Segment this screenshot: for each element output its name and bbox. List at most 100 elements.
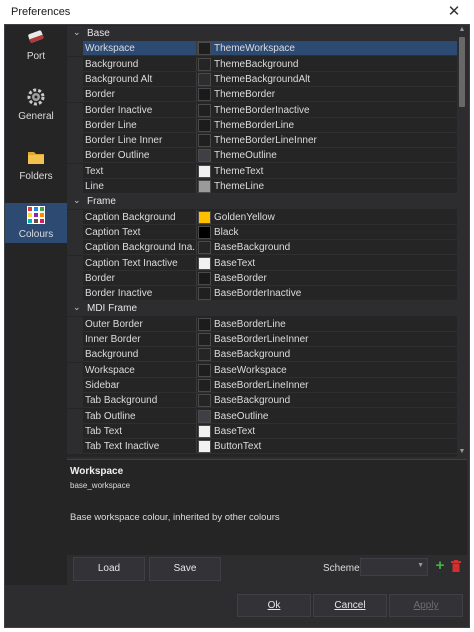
property-row[interactable]: Line ThemeLine <box>67 179 457 194</box>
color-swatch[interactable] <box>198 287 211 301</box>
category-name: Frame <box>87 196 116 208</box>
property-value: BaseBackground <box>214 242 291 254</box>
chevron-down-icon: ▼ <box>417 562 424 569</box>
color-swatch[interactable] <box>198 72 211 86</box>
property-row[interactable]: Background ThemeBackground <box>67 56 457 72</box>
close-icon[interactable]: ✕ <box>434 0 474 24</box>
color-swatch[interactable] <box>198 241 211 255</box>
color-swatch[interactable] <box>198 394 211 408</box>
property-row[interactable]: Caption Text Black <box>67 224 457 240</box>
property-name: Line <box>85 181 104 192</box>
color-swatch[interactable] <box>198 424 211 438</box>
property-row[interactable]: Caption Text Inactive BaseText <box>67 255 457 271</box>
sidebar-item-port[interactable]: Port <box>5 25 67 65</box>
category-header[interactable]: ⌄ Base <box>67 26 457 41</box>
column-divider <box>196 439 197 455</box>
property-row[interactable]: Workspace ThemeWorkspace <box>67 41 457 57</box>
color-swatch[interactable] <box>198 363 211 377</box>
color-swatch[interactable] <box>198 409 211 423</box>
color-swatch[interactable] <box>198 118 211 132</box>
property-value: ThemeBackgroundAlt <box>214 73 311 85</box>
scroll-up-icon[interactable]: ▲ <box>457 25 467 35</box>
scheme-select[interactable]: ▼ <box>360 558 428 576</box>
color-swatch[interactable] <box>198 103 211 117</box>
property-name: Border Line Inner <box>85 135 163 147</box>
color-swatch[interactable] <box>198 225 211 239</box>
color-swatch[interactable] <box>198 134 211 148</box>
color-swatch[interactable] <box>198 164 211 178</box>
property-row[interactable]: Sidebar BaseBorderLineInner <box>67 377 457 393</box>
property-name: Text <box>85 165 104 177</box>
row-gutter <box>67 148 83 164</box>
property-row[interactable]: Tab Outline BaseOutline <box>67 408 457 424</box>
property-row[interactable]: Tab Text Inactive ButtonText <box>67 439 457 455</box>
property-row[interactable]: Border ThemeBorder <box>67 87 457 103</box>
property-value: ThemeBorder <box>214 89 276 101</box>
cancel-button[interactable]: Cancel <box>313 594 387 617</box>
property-row[interactable]: Border Inactive BaseBorderInactive <box>67 286 457 302</box>
add-scheme-icon[interactable]: + <box>433 558 447 574</box>
window-title: Preferences <box>11 6 71 18</box>
scrollbar-thumb[interactable] <box>459 37 465 107</box>
color-swatch[interactable] <box>198 333 211 346</box>
property-row[interactable]: Border Line Inner ThemeBorderLineInner <box>67 133 457 149</box>
row-gutter <box>67 240 83 256</box>
sidebar-item-general[interactable]: General <box>5 85 67 125</box>
row-gutter <box>67 377 83 393</box>
category-header[interactable]: ⌄ MDI Frame <box>67 301 457 317</box>
property-row[interactable]: Tab Background BaseBackground <box>67 393 457 409</box>
property-row[interactable]: Tab Text BaseText <box>67 423 457 439</box>
property-row[interactable]: Caption Background GoldenYellow <box>67 209 457 225</box>
save-button[interactable]: Save <box>149 557 221 581</box>
property-row[interactable]: Inner Border BaseBorderLineInner <box>67 332 457 347</box>
load-button[interactable]: Load <box>73 557 145 581</box>
sidebar-item-colours[interactable]: Colours <box>5 203 67 243</box>
color-swatch[interactable] <box>198 149 211 163</box>
category-header[interactable]: ⌄ Frame <box>67 194 457 210</box>
sidebar-item-label: General <box>18 111 54 122</box>
vertical-scrollbar[interactable]: ▲ ▼ <box>457 25 467 457</box>
ok-button[interactable]: Ok <box>237 594 311 617</box>
scroll-down-icon[interactable]: ▼ <box>457 447 467 457</box>
chevron-down-icon[interactable]: ⌄ <box>73 195 81 206</box>
gear-icon <box>27 88 45 106</box>
color-swatch[interactable] <box>198 210 211 224</box>
description-panel: Workspace base_workspace Base workspace … <box>67 459 467 555</box>
sidebar-item-label: Folders <box>19 171 53 182</box>
property-row[interactable]: Workspace BaseWorkspace <box>67 362 457 378</box>
color-swatch[interactable] <box>198 317 211 331</box>
property-row[interactable]: Border Inactive ThemeBorderInactive <box>67 102 457 118</box>
property-row[interactable]: Background Alt ThemeBackgroundAlt <box>67 71 457 87</box>
color-swatch[interactable] <box>198 180 211 193</box>
color-swatch[interactable] <box>198 378 211 392</box>
property-row[interactable]: Text ThemeText <box>67 163 457 179</box>
property-name: Workspace <box>85 364 135 376</box>
property-value: BaseBackground <box>214 395 291 407</box>
property-value: BaseBorderLineInner <box>214 379 309 391</box>
color-swatch[interactable] <box>198 348 211 362</box>
color-swatch[interactable] <box>198 57 211 71</box>
color-swatch[interactable] <box>198 256 211 270</box>
description-text: Base workspace colour, inherited by othe… <box>70 512 280 523</box>
delete-scheme-icon[interactable] <box>451 560 461 572</box>
column-divider <box>196 316 197 332</box>
chevron-down-icon[interactable]: ⌄ <box>73 27 81 38</box>
color-swatch[interactable] <box>198 88 211 102</box>
property-row[interactable]: Background BaseBackground <box>67 347 457 363</box>
chevron-down-icon[interactable]: ⌄ <box>73 302 81 313</box>
color-swatch[interactable] <box>198 440 211 454</box>
sidebar-item-folders[interactable]: Folders <box>5 145 67 185</box>
apply-button[interactable]: Apply <box>389 594 463 617</box>
property-name: Border Line <box>85 119 137 131</box>
property-row[interactable]: Caption Background Ina... BaseBackground <box>67 240 457 256</box>
color-swatch[interactable] <box>198 271 211 285</box>
color-swatch[interactable] <box>198 42 211 56</box>
property-row[interactable]: Border BaseBorder <box>67 270 457 286</box>
property-row[interactable]: Border Line ThemeBorderLine <box>67 117 457 133</box>
column-divider <box>196 347 197 363</box>
property-value: BaseOutline <box>214 410 269 422</box>
row-gutter <box>67 117 83 133</box>
property-row[interactable]: Outer Border BaseBorderLine <box>67 316 457 332</box>
property-value: BaseBorder <box>214 272 267 284</box>
property-row[interactable]: Border Outline ThemeOutline <box>67 148 457 164</box>
